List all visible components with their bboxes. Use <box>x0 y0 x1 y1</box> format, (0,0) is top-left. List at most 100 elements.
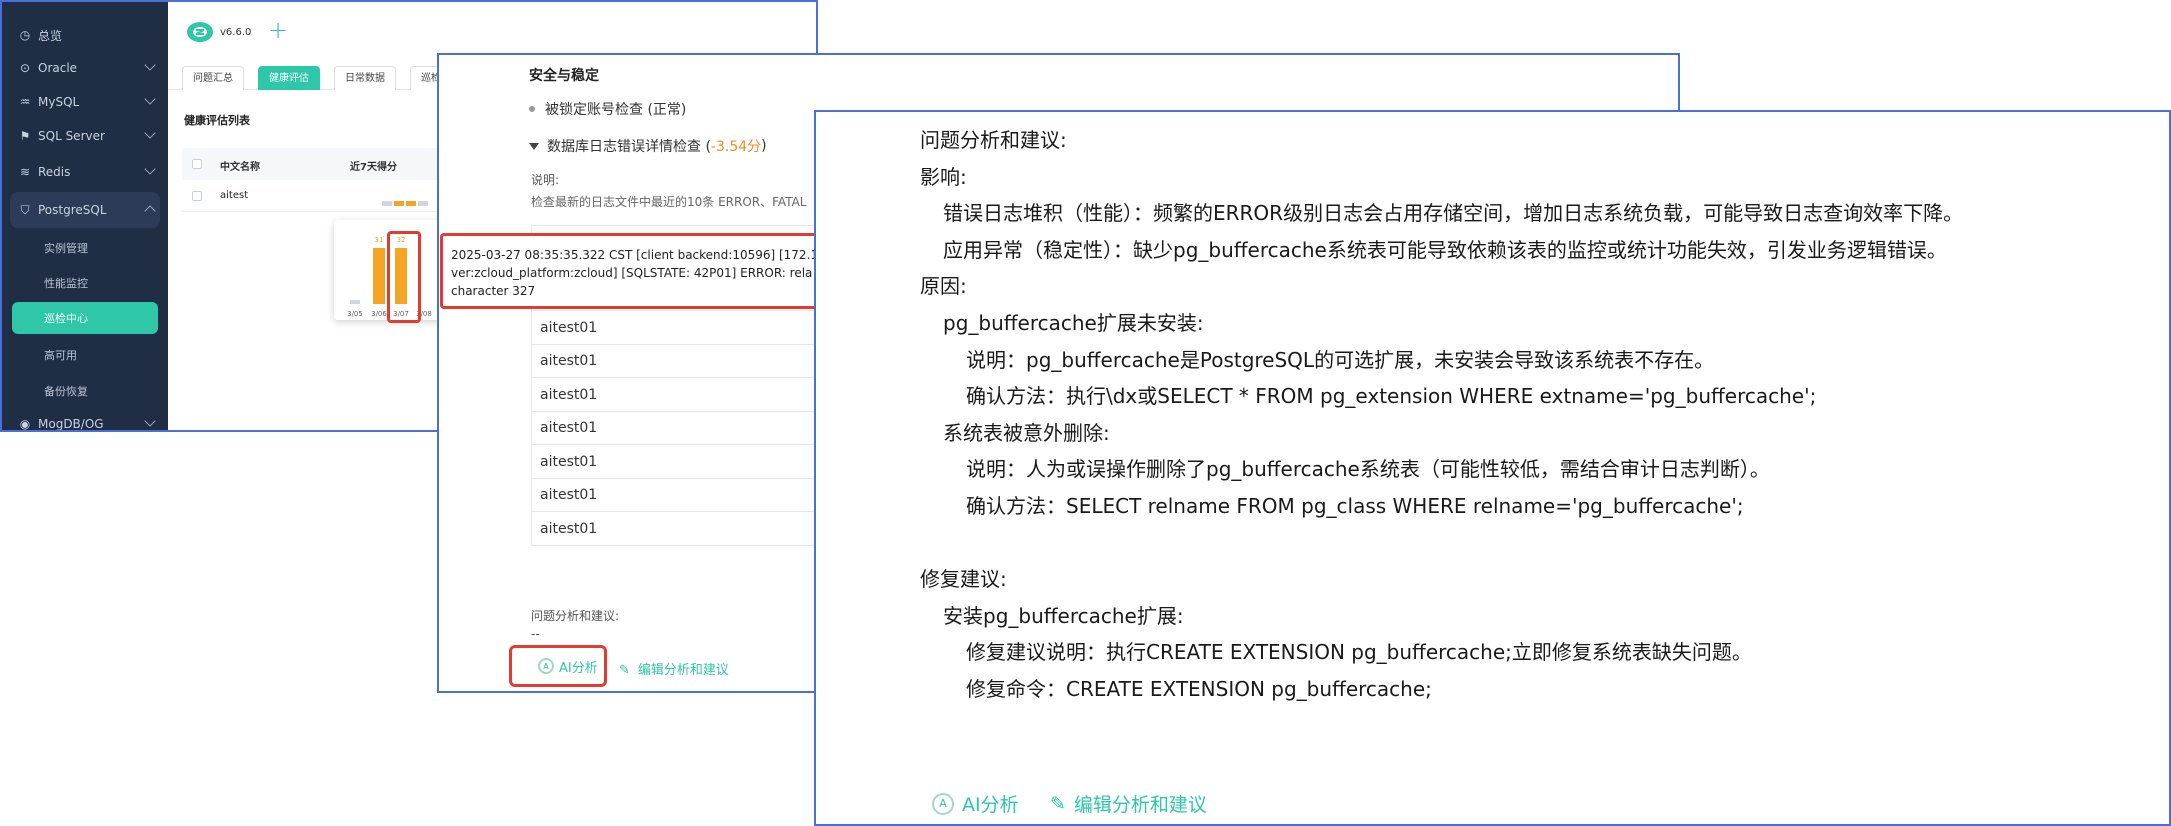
analysis-line: 确认方法：SELECT relname FROM pg_class WHERE … <box>966 494 1744 518</box>
top-bar: v6.6.0 + <box>168 2 816 60</box>
sidebar: ◷ 总览 ⊙ Oracle ♒ MySQL ⚑ SQL Server ≋ Red… <box>2 2 168 430</box>
row-name: aitest <box>220 190 249 201</box>
bullet-icon <box>529 106 535 112</box>
postgresql-icon: ⛉ <box>20 202 30 217</box>
sidebar-item-overview[interactable]: ◷ 总览 <box>2 17 168 53</box>
edit-analysis-label: 编辑分析和建议 <box>1073 794 1207 816</box>
analysis-line: 应用异常（稳定性）：缺少pg_buffercache系统表可能导致依赖该表的监控… <box>943 237 1947 262</box>
table-row: aitest01 <box>531 311 851 345</box>
sidebar-item-redis[interactable]: ≋ Redis <box>2 154 168 190</box>
analysis-line: 说明：pg_buffercache是PostgreSQL的可选扩展，未安装会导致… <box>966 347 1715 372</box>
analysis-line: pg_buffercache扩展未安装: <box>943 311 1204 335</box>
check-label-suffix: ) <box>761 138 767 154</box>
analysis-line: 原因: <box>920 274 967 299</box>
table-row: aitest01 <box>531 478 851 512</box>
check-item-locked-accounts[interactable]: 被锁定账号检查 (正常) <box>529 99 686 119</box>
row-checkbox[interactable] <box>192 191 202 201</box>
pencil-icon: ✎ <box>619 663 630 678</box>
x-tick-3-06: 3/06 <box>371 310 387 318</box>
description-text: 检查最新的日志文件中最近的10条 ERROR、FATAL <box>531 195 807 209</box>
sidebar-item-label: SQL Server <box>38 129 105 143</box>
check-label-prefix: 数据库日志错误详情检查 ( <box>547 139 711 155</box>
add-tab-icon[interactable]: + <box>268 16 288 44</box>
highlight-box-bar <box>387 231 421 323</box>
table-row: aitest01 <box>531 445 851 479</box>
chevron-down-icon <box>144 59 156 71</box>
sidebar-subitem-inspection[interactable]: 巡检中心 <box>12 302 158 334</box>
edit-analysis-button[interactable]: ✎ 编辑分析和建议 <box>619 659 729 678</box>
table-row: aitest01 <box>531 378 851 412</box>
sidebar-subitem-instances[interactable]: 实例管理 <box>44 240 88 256</box>
analysis-line: 影响: <box>920 164 967 189</box>
sidebar-item-oracle[interactable]: ⊙ Oracle <box>2 50 168 86</box>
analysis-window: 问题分析和建议: 影响: 错误日志堆积（性能）：频繁的ERROR级别日志会占用存储空… <box>814 110 2171 826</box>
sidebar-item-label: PostgreSQL <box>38 203 107 217</box>
mysql-icon: ♒ <box>19 95 31 109</box>
sidebar-subitem-ha[interactable]: 高可用 <box>44 347 77 363</box>
caret-down-icon <box>529 142 539 150</box>
tab-health[interactable]: 健康评估 <box>258 66 320 90</box>
oracle-icon: ⊙ <box>19 61 31 75</box>
chevron-down-icon <box>144 163 156 175</box>
description-label: 说明: <box>531 173 560 187</box>
log-line: character 327 <box>451 284 536 298</box>
app-logo-icon <box>187 22 213 42</box>
analysis-line: 安装pg_buffercache扩展: <box>943 603 1184 628</box>
sidebar-item-label: MogDB/OG <box>38 417 104 431</box>
log-error-popup: 2025-03-27 08:35:35.322 CST [client back… <box>440 233 820 309</box>
analysis-empty-value: -- <box>531 627 540 641</box>
table-row: aitest01 <box>531 411 851 445</box>
column-header-name: 中文名称 <box>220 162 260 173</box>
analysis-line: 问题分析和建议: <box>920 128 1067 152</box>
sidebar-item-label: MySQL <box>38 95 80 109</box>
ai-icon: A <box>932 792 954 815</box>
dashboard-icon: ◷ <box>19 28 31 42</box>
table-row: aitest01 <box>531 344 851 378</box>
list-title: 健康评估列表 <box>184 114 250 127</box>
mogdb-icon: ◉ <box>19 417 31 431</box>
tab-issues[interactable]: 问题汇总 <box>182 66 244 90</box>
select-all-checkbox[interactable] <box>192 159 202 169</box>
bar-3-06 <box>373 248 385 304</box>
pencil-icon: ✎ <box>1050 792 1066 815</box>
x-tick-3-05: 3/05 <box>347 310 363 318</box>
chevron-up-icon <box>144 205 156 217</box>
tab-daily[interactable]: 日常数据 <box>334 66 396 90</box>
sidebar-item-label: Oracle <box>38 61 78 75</box>
edit-analysis-button[interactable]: ✎ 编辑分析和建议 <box>1050 790 1207 817</box>
chevron-down-icon <box>144 415 156 427</box>
bar-label-3-06: 31 <box>375 236 384 244</box>
analysis-line: 修复建议: <box>920 567 1007 592</box>
analysis-line: 修复命令：CREATE EXTENSION pg_buffercache; <box>966 677 1432 701</box>
table-row: aitest01 <box>531 512 851 546</box>
version-label: v6.6.0 <box>220 27 252 38</box>
analysis-line: 错误日志堆积（性能）：频繁的ERROR级别日志会占用存储空间，增加日志系统负载，… <box>943 201 1964 226</box>
analysis-label: 问题分析和建议: <box>531 609 620 623</box>
chevron-down-icon <box>144 93 156 105</box>
analysis-line: 说明：人为或误操作删除了pg_buffercache系统表（可能性较低，需结合审… <box>966 457 1770 482</box>
log-line: 2025-03-27 08:35:35.322 CST [client back… <box>451 248 819 262</box>
analysis-line: 系统表被意外删除: <box>943 420 1110 445</box>
column-header-score: 近7天得分 <box>350 162 397 173</box>
check-label: 被锁定账号检查 (正常) <box>545 102 687 118</box>
ai-analysis-label: AI分析 <box>559 660 598 676</box>
sidebar-subitem-monitoring[interactable]: 性能监控 <box>44 275 88 291</box>
sqlserver-icon: ⚑ <box>19 129 31 143</box>
ai-icon: A <box>538 658 554 674</box>
bar-3-05 <box>350 300 360 304</box>
sidebar-item-sqlserver[interactable]: ⚑ SQL Server <box>2 118 168 154</box>
sidebar-item-mysql[interactable]: ♒ MySQL <box>2 84 168 120</box>
sidebar-item-label: 总览 <box>38 28 63 43</box>
ai-analysis-button[interactable]: A AI分析 <box>509 645 607 687</box>
sidebar-item-label: Redis <box>38 165 71 179</box>
log-line: ver:zcloud_platform:zcloud] [SQLSTATE: 4… <box>451 266 813 280</box>
ai-analysis-button[interactable]: A AI分析 <box>932 790 1019 817</box>
check-score: -3.54分 <box>710 139 762 155</box>
sidebar-subitem-backup[interactable]: 备份恢复 <box>44 383 88 399</box>
check-item-log-errors[interactable]: 数据库日志错误详情检查 (-3.54分) <box>529 136 767 156</box>
sidebar-item-mogdb[interactable]: ◉ MogDB/OG <box>2 406 168 431</box>
chevron-down-icon <box>144 127 156 139</box>
analysis-line: 确认方法：执行\dx或SELECT * FROM pg_extension WH… <box>966 384 1817 409</box>
sidebar-item-postgresql[interactable]: ⛉ PostgreSQL <box>10 192 160 228</box>
ai-analysis-label: AI分析 <box>962 794 1019 816</box>
